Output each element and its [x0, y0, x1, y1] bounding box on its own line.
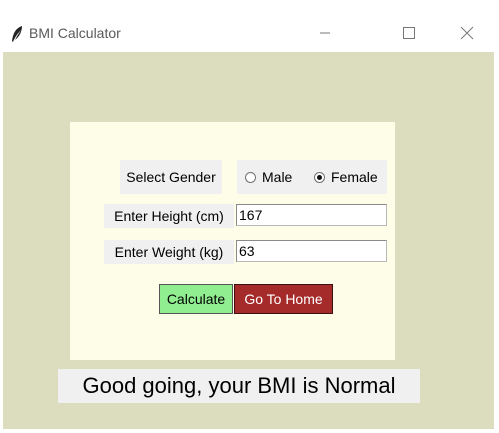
weight-input[interactable] [236, 240, 387, 262]
height-label: Enter Height (cm) [104, 204, 234, 228]
maximize-icon [403, 27, 415, 39]
minimize-button[interactable] [302, 18, 348, 48]
minimize-icon [320, 32, 330, 34]
close-icon [460, 26, 474, 40]
form-panel: Select Gender Male Female Enter Height (… [70, 122, 395, 360]
gender-label: Select Gender [120, 160, 222, 194]
male-radio-circle[interactable] [245, 171, 256, 183]
window-title: BMI Calculator [29, 25, 121, 41]
male-radio[interactable]: Male [245, 160, 292, 194]
maximize-button[interactable] [386, 18, 432, 48]
height-input[interactable] [236, 204, 387, 226]
calculate-button[interactable]: Calculate [159, 284, 233, 314]
male-radio-label: Male [262, 169, 293, 185]
client-area: Select Gender Male Female Enter Height (… [3, 52, 494, 429]
bmi-result-label: Good going, your BMI is Normal [58, 369, 420, 403]
close-button[interactable] [444, 18, 490, 48]
weight-label: Enter Weight (kg) [104, 240, 234, 264]
app-window: BMI Calculator Select Gender Male Female… [0, 0, 499, 433]
gender-radio-group: Male Female [237, 160, 387, 194]
feather-icon [12, 26, 22, 42]
go-to-home-button[interactable]: Go To Home [234, 284, 333, 314]
title-bar[interactable]: BMI Calculator [0, 0, 499, 52]
female-radio[interactable]: Female [314, 160, 378, 194]
female-radio-label: Female [331, 169, 378, 185]
female-radio-circle[interactable] [314, 171, 325, 183]
